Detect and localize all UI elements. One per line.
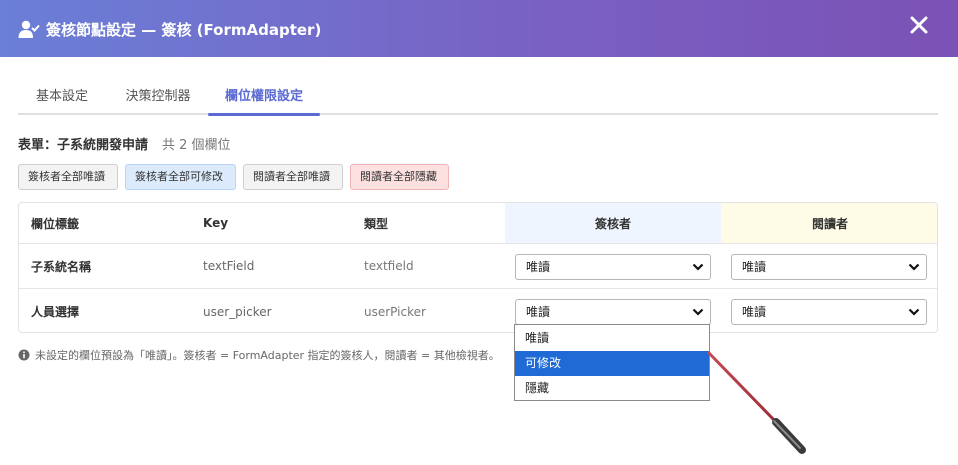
footnote-text: 未設定的欄位預設為「唯讀」。簽核者 = FormAdapter 指定的簽核人，閱… — [35, 349, 500, 362]
row-label: 人員選擇 — [31, 305, 80, 319]
permission-dropdown-list: 唯讀 可修改 隱藏 — [514, 324, 710, 401]
header-reader: 閱讀者 — [721, 203, 937, 243]
info-icon — [18, 349, 30, 361]
dropdown-option-hidden[interactable]: 隱藏 — [515, 376, 709, 401]
table-row: 人員選擇 user_picker userPicker 唯讀 唯讀 — [19, 289, 937, 332]
header-label: 欄位標籤 — [31, 216, 80, 231]
tab-bar: 基本設定 決策控制器 欄位權限設定 — [18, 80, 938, 116]
dialog-title: 簽核節點設定 — 簽核 (FormAdapter) — [46, 21, 322, 39]
row-type: userPicker — [364, 304, 426, 319]
reader-all-read-button[interactable]: 閱讀者全部唯讀 — [243, 164, 343, 190]
row-key: user_picker — [203, 304, 272, 319]
header-type: 類型 — [364, 216, 389, 231]
close-icon[interactable] — [908, 14, 930, 36]
footnote: 未設定的欄位預設為「唯讀」。簽核者 = FormAdapter 指定的簽核人，閱… — [18, 347, 500, 363]
chevron-down-icon — [908, 308, 920, 316]
chevron-down-icon — [692, 263, 704, 271]
approver-permission-select[interactable]: 唯讀 — [515, 254, 711, 280]
header-approver: 簽核者 — [505, 203, 721, 243]
tab-field-permissions[interactable]: 欄位權限設定 — [208, 80, 320, 116]
tab-decision-controller[interactable]: 決策控制器 — [110, 80, 206, 113]
select-value: 唯讀 — [526, 305, 551, 319]
row-key: textField — [203, 259, 255, 273]
select-value: 唯讀 — [742, 260, 767, 274]
approver-all-read-button[interactable]: 簽核者全部唯讀 — [18, 164, 118, 190]
user-check-icon — [18, 20, 40, 38]
select-value: 唯讀 — [526, 260, 551, 274]
pointer-stick-icon — [706, 350, 806, 454]
reader-all-hidden-button[interactable]: 閱讀者全部隱藏 — [350, 164, 449, 190]
row-type: textfield — [364, 259, 414, 273]
tab-basic-settings[interactable]: 基本設定 — [18, 80, 106, 113]
dropdown-option-editable[interactable]: 可修改 — [515, 351, 709, 376]
dropdown-option-read-only[interactable]: 唯讀 — [515, 326, 709, 351]
reader-permission-select[interactable]: 唯讀 — [731, 299, 927, 325]
field-count: 共 2 個欄位 — [162, 138, 231, 153]
chevron-down-icon — [908, 263, 920, 271]
approver-all-edit-button[interactable]: 簽核者全部可修改 — [125, 164, 236, 190]
form-label: 表單：子系統開發申請 — [18, 138, 149, 153]
permission-table: 欄位標籤 Key 類型 簽核者 閱讀者 子系統名稱 textField text… — [18, 202, 938, 333]
approver-permission-select[interactable]: 唯讀 — [515, 299, 711, 325]
table-header-row: 欄位標籤 Key 類型 簽核者 閱讀者 — [19, 203, 937, 244]
dialog-header: 簽核節點設定 — 簽核 (FormAdapter) — [0, 0, 958, 57]
reader-permission-select[interactable]: 唯讀 — [731, 254, 927, 280]
row-label: 子系統名稱 — [31, 259, 92, 274]
chevron-down-icon — [692, 308, 704, 316]
form-info: 表單：子系統開發申請共 2 個欄位 — [18, 134, 231, 153]
select-value: 唯讀 — [742, 305, 767, 319]
header-key: Key — [203, 216, 229, 230]
table-row: 子系統名稱 textField textfield 唯讀 唯讀 — [19, 244, 937, 289]
